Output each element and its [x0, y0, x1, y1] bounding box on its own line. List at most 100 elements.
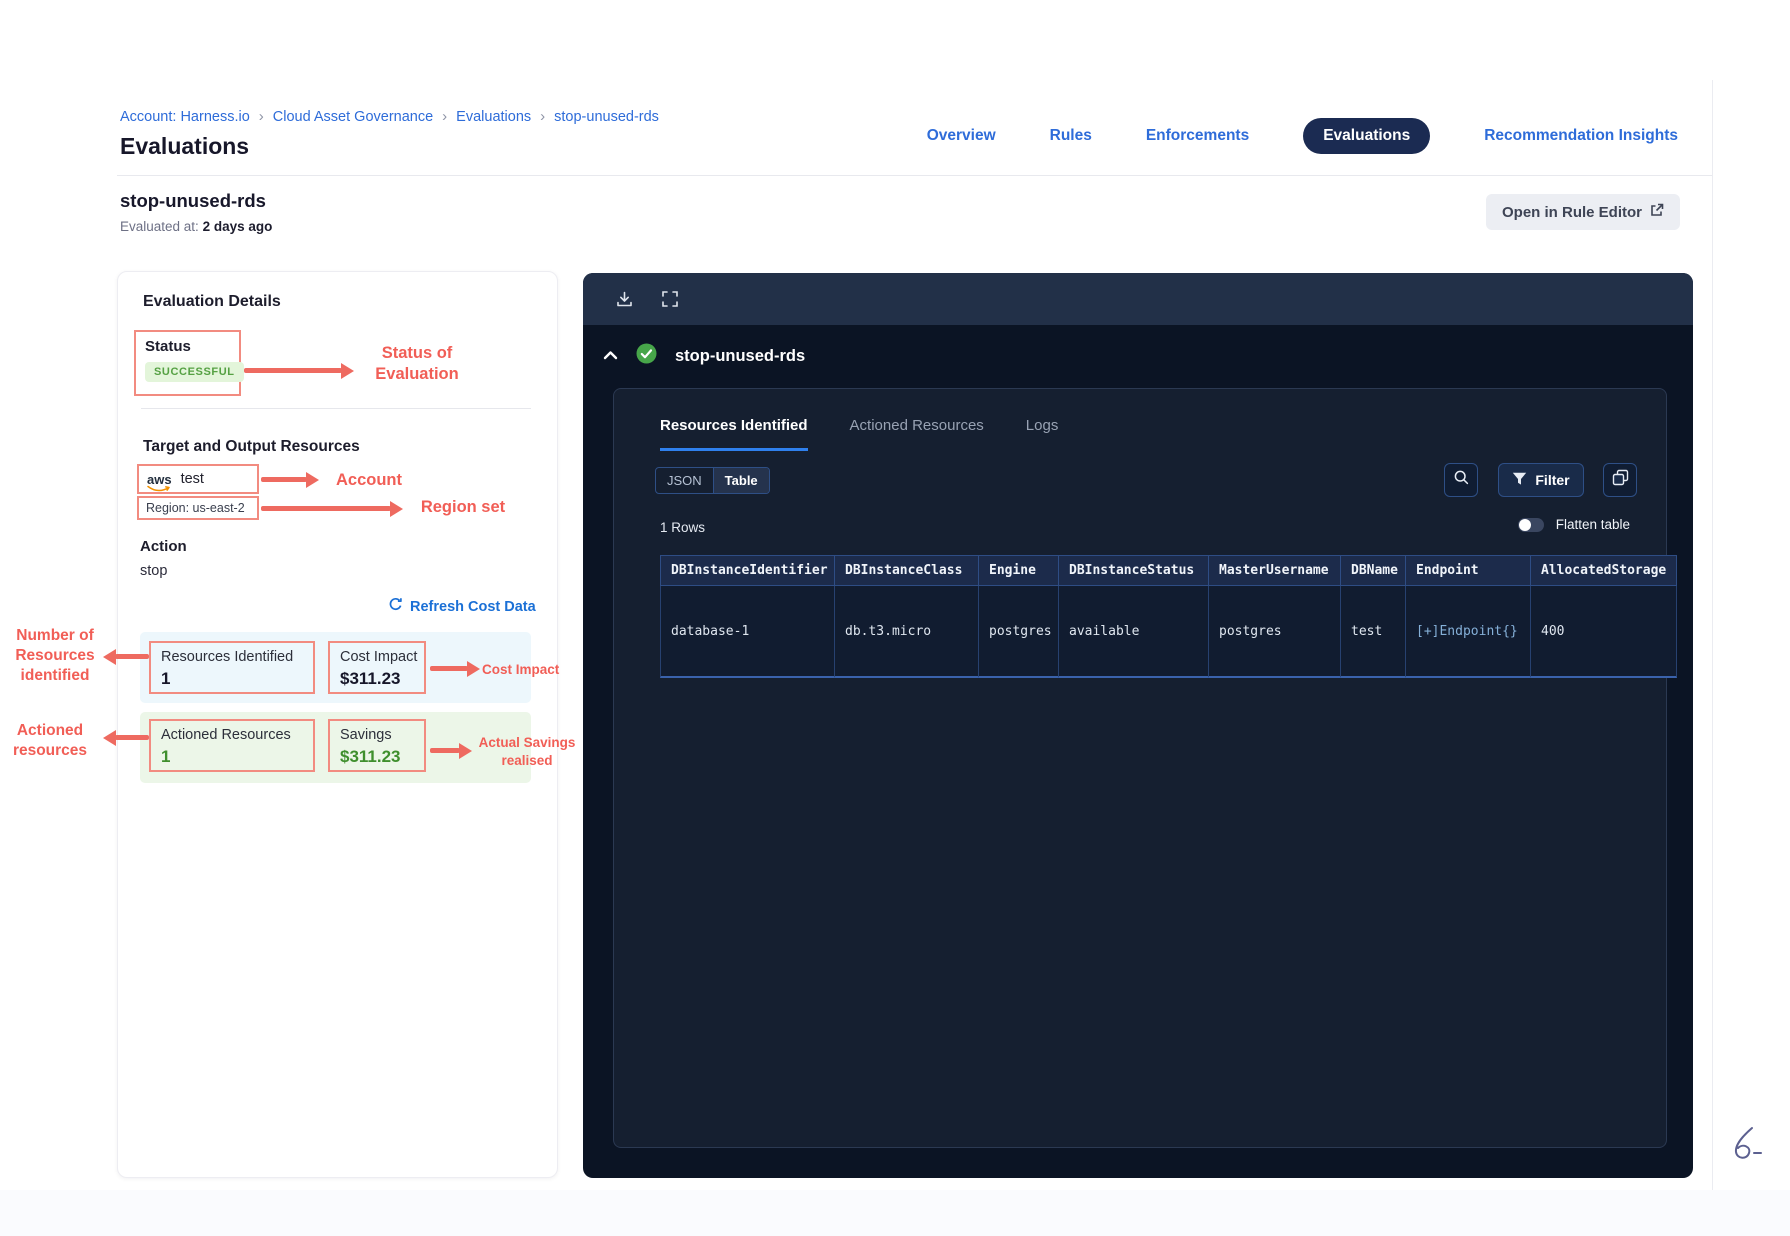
flatten-table-label: Flatten table [1555, 517, 1630, 532]
col-dbname: DBName [1341, 556, 1406, 586]
action-label: Action [140, 538, 187, 555]
col-dbinstancestatus: DBInstanceStatus [1059, 556, 1209, 586]
annotation-status-of-evaluation: Status of Evaluation [375, 344, 459, 384]
results-table: DBInstanceIdentifier DBInstanceClass Eng… [660, 555, 1677, 678]
view-toggle: JSON Table [655, 467, 770, 494]
col-allocatedstorage: AllocatedStorage [1531, 556, 1677, 586]
resources-identified-box: Resources Identified 1 [149, 641, 315, 694]
evaluation-details-heading: Evaluation Details [143, 293, 281, 310]
actioned-resources-label: Actioned Resources [161, 727, 291, 743]
annotation-region-set: Region set [420, 498, 506, 516]
filter-label: Filter [1535, 472, 1570, 488]
cost-impact-box: Cost Impact $311.23 [328, 641, 426, 694]
view-toggle-json[interactable]: JSON [656, 468, 713, 493]
col-dbinstanceclass: DBInstanceClass [835, 556, 979, 586]
cost-impact-value: $311.23 [340, 669, 401, 688]
breadcrumb: Account: Harness.io › Cloud Asset Govern… [120, 108, 659, 125]
nav-overview[interactable]: Overview [927, 127, 996, 145]
panel-tabs: Resources Identified Actioned Resources … [660, 417, 1058, 451]
cell-dbname: test [1341, 586, 1406, 678]
refresh-cost-data-link[interactable]: Refresh Cost Data [388, 597, 536, 616]
collapse-chevron-icon[interactable] [603, 347, 618, 365]
annotation-number-of-resources: Number of Resources identified [15, 627, 95, 685]
search-button[interactable] [1444, 463, 1478, 497]
status-label: Status [145, 338, 191, 355]
page-title: Evaluations [120, 133, 250, 159]
panel-title-row: stop-unused-rds [603, 343, 805, 369]
cell-dbinstanceclass: db.t3.micro [835, 586, 979, 678]
actioned-resources-value: 1 [161, 747, 171, 766]
status-badge: SUCCESSFUL [145, 362, 244, 382]
tab-actioned-resources[interactable]: Actioned Resources [850, 417, 984, 451]
filter-icon [1512, 472, 1527, 489]
breadcrumb-account[interactable]: Account: Harness.io [120, 109, 250, 125]
page: Account: Harness.io › Cloud Asset Govern… [0, 0, 1790, 1236]
cell-dbinstancestatus: available [1059, 586, 1209, 678]
account-chip[interactable]: aws test [137, 464, 259, 494]
rows-count: 1 Rows [660, 520, 706, 535]
nav-recommendation-insights[interactable]: Recommendation Insights [1484, 127, 1678, 145]
col-engine: Engine [979, 556, 1059, 586]
breadcrumb-governance[interactable]: Cloud Asset Governance [273, 109, 433, 125]
action-value: stop [140, 563, 168, 579]
breadcrumb-current[interactable]: stop-unused-rds [554, 109, 659, 125]
actioned-annotation-arrow [103, 729, 149, 746]
account-annotation-arrow [261, 471, 319, 488]
savings-annotation-arrow [430, 742, 472, 759]
nav-evaluations-active[interactable]: Evaluations [1303, 118, 1431, 154]
scribble-mark [1726, 1122, 1766, 1175]
savings-value: $311.23 [340, 747, 401, 766]
aws-logo-icon: aws [147, 473, 172, 491]
top-navigation: Overview Rules Enforcements Evaluations … [927, 118, 1678, 154]
breadcrumb-separator: › [442, 108, 448, 125]
nav-enforcements[interactable]: Enforcements [1146, 127, 1249, 145]
status-annotation-arrow [244, 362, 354, 379]
view-toggle-table[interactable]: Table [712, 468, 769, 493]
region-annotation-arrow [261, 500, 403, 517]
resources-identified-value: 1 [161, 669, 171, 688]
annotation-account: Account [336, 471, 402, 489]
panel-title: stop-unused-rds [675, 346, 806, 365]
copy-button[interactable] [1603, 463, 1637, 497]
cost-annotation-arrow [430, 660, 480, 677]
search-icon [1453, 469, 1470, 491]
col-dbinstanceidentifier: DBInstanceIdentifier [660, 556, 835, 586]
evaluation-result-panel: stop-unused-rds Resources Identified Act… [583, 273, 1693, 1178]
annotation-actioned-resources: Actioned resources [12, 722, 88, 760]
page-bottom-background [0, 1190, 1790, 1236]
cell-endpoint-expandable[interactable]: [+]Endpoint{} [1406, 586, 1531, 678]
nav-rules[interactable]: Rules [1050, 127, 1092, 145]
fullscreen-icon[interactable] [659, 288, 681, 310]
content-right-border [1712, 80, 1713, 1200]
success-check-icon [636, 343, 657, 369]
breadcrumb-evaluations[interactable]: Evaluations [456, 109, 531, 125]
refresh-icon [388, 597, 403, 616]
tab-logs[interactable]: Logs [1026, 417, 1059, 451]
cell-dbinstanceidentifier: database-1 [660, 586, 835, 678]
cell-engine: postgres [979, 586, 1059, 678]
cost-impact-label: Cost Impact [340, 649, 418, 665]
flatten-table-toggle[interactable] [1517, 517, 1544, 532]
download-icon[interactable] [613, 288, 635, 310]
annotation-cost-impact: Cost Impact [482, 662, 560, 677]
account-name: test [180, 471, 204, 487]
savings-box: Savings $311.23 [328, 719, 426, 772]
evaluated-at: Evaluated at: 2 days ago [120, 219, 272, 234]
annotation-actual-savings: Actual Savings realised [478, 735, 576, 768]
header-divider [117, 175, 1712, 176]
tab-resources-identified[interactable]: Resources Identified [660, 417, 808, 451]
col-endpoint: Endpoint [1406, 556, 1531, 586]
breadcrumb-separator: › [258, 108, 264, 125]
table-row[interactable]: database-1 db.t3.micro postgres availabl… [660, 586, 1677, 678]
filter-button[interactable]: Filter [1498, 463, 1584, 497]
open-in-rule-editor-button[interactable]: Open in Rule Editor [1486, 194, 1681, 230]
savings-label: Savings [340, 727, 392, 743]
actioned-resources-box: Actioned Resources 1 [149, 719, 315, 772]
external-link-icon [1650, 203, 1664, 221]
target-output-heading: Target and Output Resources [143, 438, 360, 455]
card-divider [141, 408, 531, 409]
evaluated-at-label: Evaluated at: [120, 219, 199, 234]
breadcrumb-separator: › [540, 108, 546, 125]
evaluated-at-value: 2 days ago [202, 219, 273, 234]
col-masterusername: MasterUsername [1209, 556, 1341, 586]
